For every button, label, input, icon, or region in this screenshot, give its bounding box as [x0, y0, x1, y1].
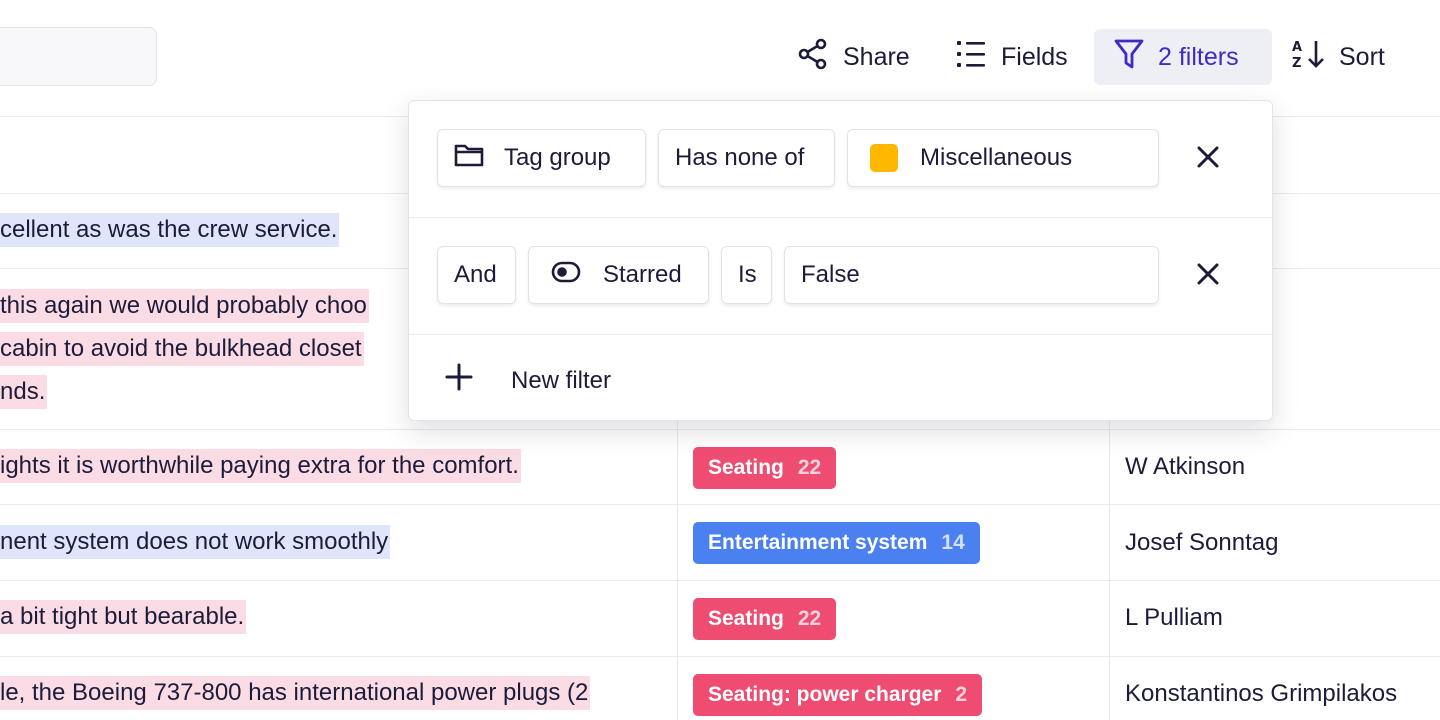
share-icon [797, 38, 829, 77]
row-divider [0, 429, 1440, 430]
filter-conjunction-select[interactable]: And [437, 246, 516, 304]
tag-label: Entertainment system [708, 531, 928, 554]
toggle-icon [551, 261, 581, 290]
person-name: L Pulliam [1125, 604, 1223, 631]
highlight-text: ights it is worthwhile paying extra for … [0, 449, 521, 483]
highlight-text: a bit tight but bearable. [0, 600, 247, 634]
highlight-text: cellent as was the crew service. [0, 213, 340, 247]
table-row[interactable]: a bit tight but bearable. [0, 596, 247, 638]
filter-divider [409, 217, 1272, 218]
person-name: Konstantinos Grimpilakos [1125, 680, 1398, 707]
tag-badge[interactable]: Seating 22 [693, 447, 837, 489]
filters-button[interactable]: 2 filters [1094, 29, 1272, 85]
tag-badge[interactable]: Entertainment system 14 [693, 522, 980, 564]
filter-popup: Tag group Has none of Miscellaneous And … [408, 100, 1273, 421]
filter-field-select[interactable]: Starred [528, 246, 709, 304]
row-divider [0, 656, 1440, 657]
person-name: Josef Sonntag [1125, 529, 1279, 556]
filter-value-select[interactable]: Miscellaneous [847, 129, 1159, 187]
tag-count: 14 [941, 531, 965, 554]
table-row[interactable]: nent system does not work smoothly [0, 521, 391, 563]
tag-count: 22 [797, 456, 822, 479]
new-filter-button[interactable]: New filter [445, 363, 611, 398]
highlight-text: nds. [0, 375, 48, 409]
filter-field-select[interactable]: Tag group [437, 129, 646, 187]
row-divider [0, 504, 1440, 505]
close-icon [1196, 145, 1220, 174]
remove-filter-button[interactable] [1192, 260, 1224, 292]
tag-badge[interactable]: Seating 22 [693, 598, 837, 640]
share-button[interactable]: Share [797, 29, 910, 85]
fields-button[interactable]: Fields [955, 29, 1068, 85]
filter-operator-label: Has none of [675, 144, 805, 171]
close-icon [1196, 262, 1220, 291]
table-row-continuation: cabin to avoid the bulkhead closet [0, 328, 364, 370]
svg-text:Z: Z [1292, 56, 1301, 70]
remove-filter-button[interactable] [1192, 143, 1224, 175]
svg-text:A: A [1292, 40, 1302, 55]
tag-label: Seating [708, 456, 784, 479]
table-row-continuation: nds. [0, 371, 48, 413]
filter-operator-label: Is [738, 261, 757, 288]
filter-field-label: Tag group [504, 144, 611, 171]
person-name: W Atkinson [1125, 453, 1246, 480]
highlight-text: cabin to avoid the bulkhead closet [0, 332, 364, 366]
tag-label: Seating: power charger [708, 683, 942, 706]
table-row[interactable]: le, the Boeing 737-800 has international… [0, 672, 591, 714]
filter-field-label: Starred [603, 261, 682, 288]
sort-icon: A Z [1291, 38, 1325, 77]
new-filter-label: New filter [511, 366, 612, 394]
table-row[interactable]: cellent as was the crew service. [0, 209, 340, 251]
filter-operator-select[interactable]: Is [721, 246, 772, 304]
toolbar: Share Fields 2 filters A Z Sort [0, 29, 1440, 85]
table-row[interactable]: this again we would probably choo [0, 285, 369, 327]
filters-label: 2 filters [1158, 42, 1239, 71]
row-divider [0, 580, 1440, 581]
fields-label: Fields [1001, 42, 1068, 71]
filter-icon [1114, 38, 1144, 77]
filter-value-select[interactable]: False [784, 246, 1159, 304]
folder-icon [454, 142, 484, 175]
filter-conjunction-label: And [454, 261, 497, 288]
list-icon [955, 38, 987, 77]
tag-badge[interactable]: Seating: power charger 2 [693, 674, 983, 716]
filter-value-label: Miscellaneous [920, 144, 1073, 171]
filter-value-label: False [801, 261, 860, 288]
sort-label: Sort [1339, 42, 1385, 71]
highlight-text: this again we would probably choo [0, 289, 369, 323]
filter-operator-select[interactable]: Has none of [658, 129, 835, 187]
table-row[interactable]: ights it is worthwhile paying extra for … [0, 445, 521, 487]
tag-count: 2 [955, 683, 968, 706]
tag-count: 22 [797, 607, 822, 630]
filter-divider [409, 334, 1272, 335]
sort-button[interactable]: A Z Sort [1291, 29, 1385, 85]
tag-label: Seating [708, 607, 784, 630]
share-label: Share [843, 42, 910, 71]
color-swatch [870, 144, 898, 172]
highlight-text: nent system does not work smoothly [0, 525, 391, 559]
highlight-text: le, the Boeing 737-800 has international… [0, 676, 591, 710]
plus-icon [445, 363, 473, 398]
